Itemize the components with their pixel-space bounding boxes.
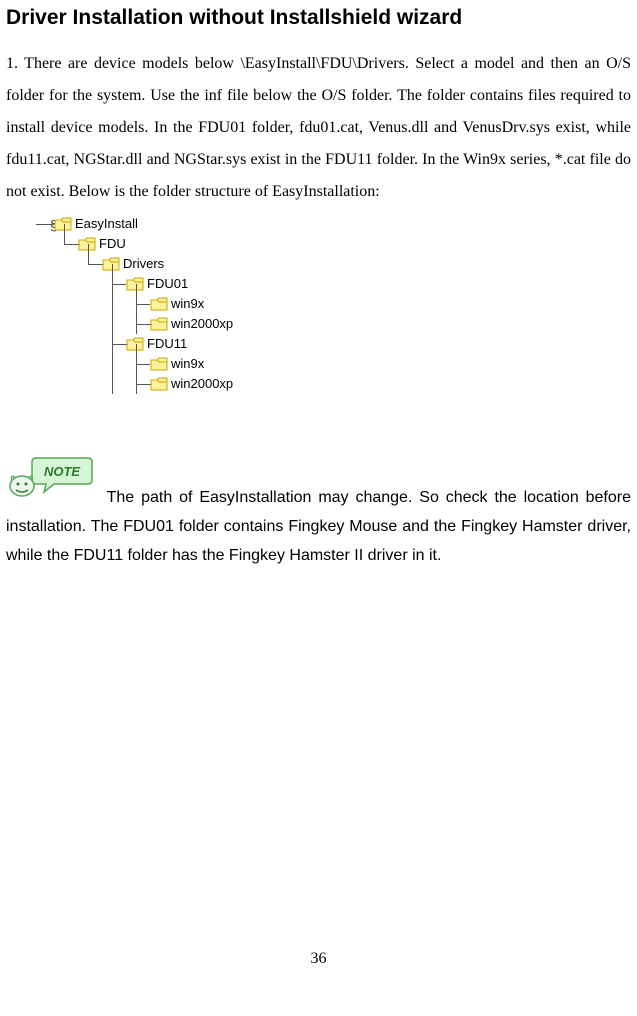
tree-label: win2000xp [171,314,233,334]
folder-icon [150,317,168,331]
tree-node-fdu: FDU [78,234,631,254]
tree-node-drivers: Drivers [102,254,631,274]
tree-node-fdu11-win2000xp: win2000xp [150,374,631,394]
tree-node-easyinstall: EasyInstall [54,214,631,234]
tree-node-fdu11-win9x: win9x [150,354,631,374]
svg-text:NOTE: NOTE [44,464,80,479]
note-text: The path of EasyInstallation may change.… [6,489,631,564]
folder-icon [150,297,168,311]
note-icon: NOTE [6,454,94,513]
tree-label: win2000xp [171,374,233,394]
folder-icon [126,337,144,351]
tree-label: Drivers [123,254,164,274]
folder-tree: § EasyInstall FDU Drivers [54,214,631,404]
note-section: NOTE The path of EasyInstallation may ch… [6,454,631,570]
folder-icon [150,377,168,391]
tree-label: EasyInstall [75,214,138,234]
tree-node-fdu01: FDU01 [126,274,631,294]
tree-label: win9x [171,354,204,374]
page-number: 36 [6,950,631,978]
tree-label: FDU11 [147,334,187,354]
tree-node-fdu01-win9x: win9x [150,294,631,314]
tree-label: win9x [171,294,204,314]
page-title: Driver Installation without Installshiel… [6,6,631,30]
folder-icon [150,357,168,371]
tree-label: FDU [99,234,126,254]
folder-icon [126,277,144,291]
body-paragraph-1: 1. There are device models below \EasyIn… [6,48,631,208]
tree-label: FDU01 [147,274,188,294]
tree-node-fdu01-win2000xp: win2000xp [150,314,631,334]
tree-node-fdu11: FDU11 [126,334,631,354]
